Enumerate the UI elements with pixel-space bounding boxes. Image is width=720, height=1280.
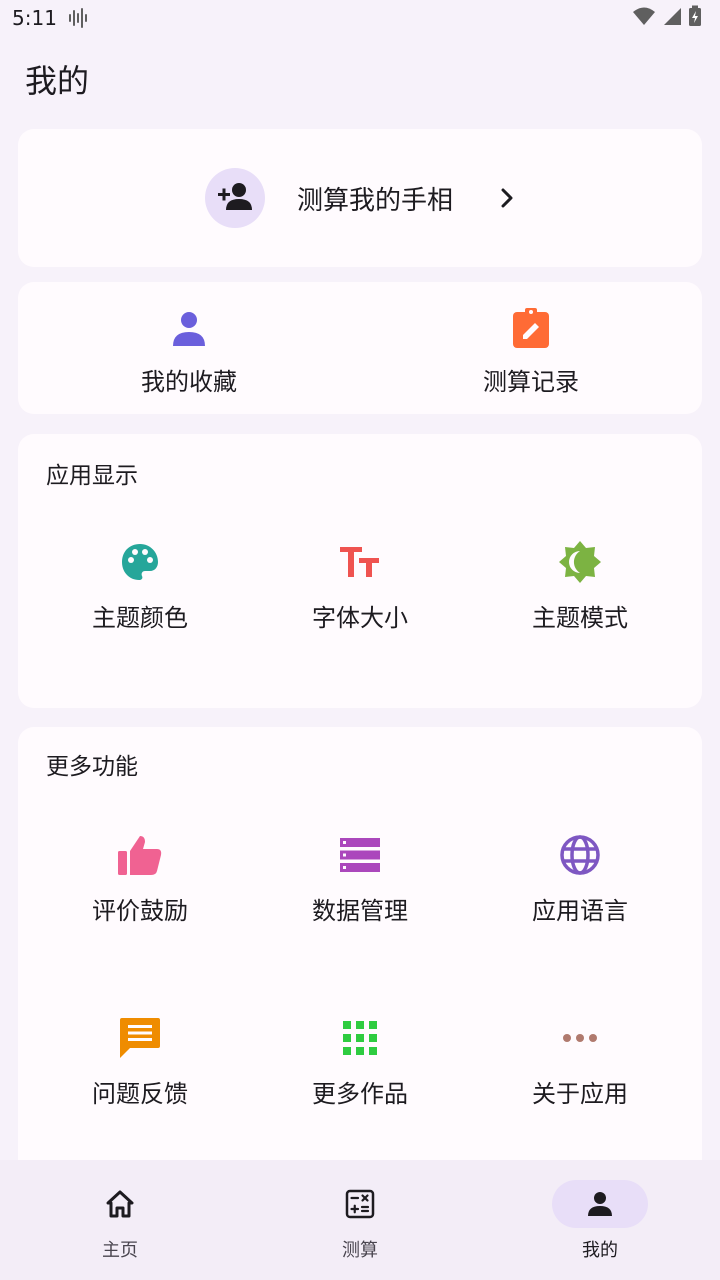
rate-app-label: 评价鼓励 (92, 897, 188, 925)
app-language-button[interactable]: 应用语言 (470, 831, 690, 926)
records-button[interactable]: 测算记录 (360, 304, 702, 397)
font-size-button[interactable]: 字体大小 (250, 538, 470, 633)
status-bar: 5:11 (0, 0, 720, 36)
display-settings-card: 应用显示 主题颜色 字体大小 主题模式 (18, 434, 702, 708)
brightness-icon (556, 538, 604, 586)
theme-mode-button[interactable]: 主题模式 (470, 538, 690, 633)
thumb-up-icon (116, 831, 164, 879)
status-time: 5:11 (12, 6, 57, 30)
profile-card[interactable]: 测算我的手相 (18, 129, 702, 267)
theme-color-label: 主题颜色 (92, 604, 188, 632)
palette-icon (116, 538, 164, 586)
text-size-icon (336, 538, 384, 586)
nav-home-label: 主页 (102, 1240, 138, 1261)
clipboard-edit-icon (507, 304, 555, 352)
data-management-button[interactable]: 数据管理 (250, 831, 470, 926)
nav-calculate[interactable]: 测算 (240, 1160, 480, 1280)
profile-label: 测算我的手相 (296, 185, 453, 216)
more-features-card: 更多功能 评价鼓励 数据管理 应用语言 问题反馈 更多作品 关于应用 (18, 727, 702, 1187)
display-section-title: 应用显示 (46, 463, 138, 489)
favorites-label: 我的收藏 (141, 368, 237, 396)
feedback-button[interactable]: 问题反馈 (30, 1014, 250, 1109)
quick-actions-card: 我的收藏 测算记录 (18, 282, 702, 414)
font-size-label: 字体大小 (312, 604, 408, 632)
theme-mode-label: 主题模式 (532, 604, 628, 632)
about-app-button[interactable]: 关于应用 (470, 1014, 690, 1109)
more-apps-label: 更多作品 (312, 1080, 408, 1108)
signal-icon (662, 6, 682, 30)
storage-icon (336, 831, 384, 879)
chevron-right-icon (499, 187, 515, 209)
wifi-icon (632, 5, 656, 31)
more-apps-button[interactable]: 更多作品 (250, 1014, 470, 1109)
voice-waveform-icon (67, 7, 89, 29)
nav-mine[interactable]: 我的 (480, 1160, 720, 1280)
data-management-label: 数据管理 (312, 897, 408, 925)
globe-icon (556, 831, 604, 879)
person-add-icon (217, 181, 253, 215)
about-app-label: 关于应用 (532, 1080, 628, 1108)
more-dots-icon (556, 1014, 604, 1062)
person-icon (552, 1180, 648, 1228)
nav-mine-label: 我的 (582, 1240, 618, 1261)
calculator-icon (312, 1180, 408, 1228)
bottom-navigation: 主页 测算 我的 (0, 1160, 720, 1280)
home-icon (72, 1180, 168, 1228)
person-icon (165, 304, 213, 352)
avatar (204, 168, 265, 228)
rate-app-button[interactable]: 评价鼓励 (30, 831, 250, 926)
more-section-title: 更多功能 (46, 754, 138, 780)
feedback-icon (116, 1014, 164, 1062)
battery-icon (688, 5, 702, 31)
feedback-label: 问题反馈 (92, 1080, 188, 1108)
app-language-label: 应用语言 (532, 897, 628, 925)
page-title: 我的 (25, 62, 90, 100)
nav-home[interactable]: 主页 (0, 1160, 240, 1280)
nav-calculate-label: 测算 (342, 1240, 378, 1261)
favorites-button[interactable]: 我的收藏 (18, 304, 360, 397)
apps-icon (336, 1014, 384, 1062)
records-label: 测算记录 (483, 368, 579, 396)
theme-color-button[interactable]: 主题颜色 (30, 538, 250, 633)
